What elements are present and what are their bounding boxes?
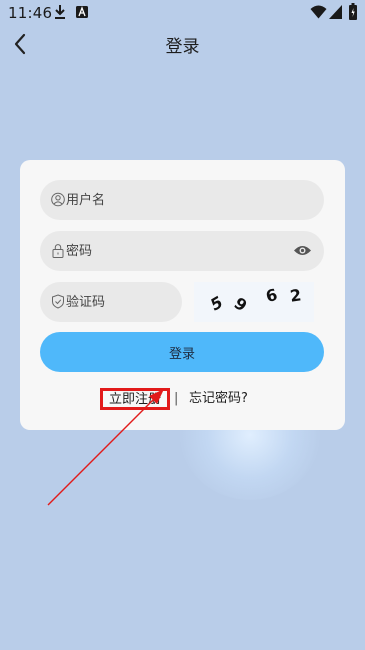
user-icon — [51, 192, 65, 207]
annotation-arrow — [47, 389, 164, 506]
captcha-char: 5 — [208, 291, 225, 316]
wifi-icon — [310, 5, 327, 19]
captcha-char: 6 — [263, 284, 280, 307]
username-input[interactable] — [66, 180, 286, 220]
captcha-image[interactable]: 5 9 6 2 — [194, 282, 314, 322]
page-title: 登录 — [165, 37, 200, 57]
password-field[interactable] — [40, 231, 324, 271]
a-box-icon — [76, 6, 88, 18]
shield-icon — [52, 294, 64, 309]
lock-icon — [52, 244, 64, 258]
eye-icon[interactable] — [293, 243, 312, 258]
captcha-char: 2 — [288, 285, 303, 306]
password-input[interactable] — [66, 231, 286, 271]
status-bar: 11:46 — [0, 0, 365, 26]
status-time: 11:46 — [8, 4, 53, 22]
link-divider: | — [174, 391, 179, 406]
username-field[interactable] — [40, 180, 324, 220]
download-icon — [55, 5, 65, 19]
battery-icon — [349, 3, 357, 20]
signal-icon — [329, 5, 342, 19]
captcha-char: 9 — [230, 293, 251, 316]
login-button[interactable]: 登录 — [40, 332, 324, 372]
captcha-field[interactable] — [40, 282, 182, 322]
captcha-input[interactable] — [66, 282, 176, 322]
forgot-password-link[interactable]: 忘记密码? — [189, 390, 248, 408]
